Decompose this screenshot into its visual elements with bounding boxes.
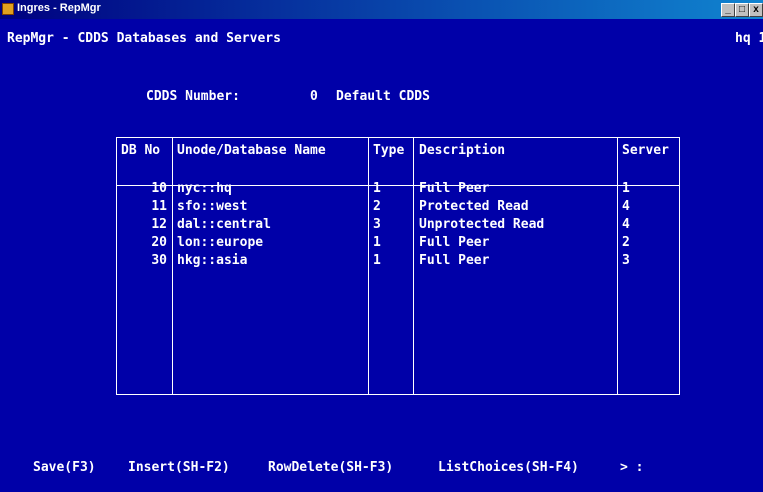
row-delete-command[interactable]: RowDelete(SH-F3): [268, 460, 393, 476]
minimize-button[interactable]: _: [721, 3, 735, 17]
cell-type[interactable]: 3: [373, 217, 381, 233]
column-header-description: Description: [419, 143, 506, 158]
column-header-type: Type: [373, 143, 405, 158]
cell-db-no[interactable]: 12: [121, 217, 167, 233]
cell-db-no[interactable]: 30: [121, 253, 167, 269]
window-controls: _ □ x: [721, 3, 763, 17]
app-icon[interactable]: [2, 3, 14, 15]
cdds-database-table: DB No Unode/Database Name Type Descripti…: [116, 137, 680, 395]
cell-server[interactable]: 4: [622, 217, 630, 233]
cell-db-no[interactable]: 10: [121, 181, 167, 197]
cell-description: Unprotected Read: [419, 217, 545, 232]
cdds-number-label: CDDS Number:: [146, 89, 240, 104]
cell-db-no[interactable]: 20: [121, 235, 167, 251]
cell-type[interactable]: 1: [373, 235, 381, 251]
window-title: Ingres - RepMgr: [17, 2, 101, 14]
cell-database-name[interactable]: sfo::west: [177, 199, 247, 215]
insert-command[interactable]: Insert(SH-F2): [128, 460, 230, 476]
cell-database-name[interactable]: dal::central: [177, 217, 271, 233]
cdds-name-field: Default CDDS: [336, 89, 430, 104]
cell-server[interactable]: 4: [622, 199, 630, 215]
screen-title: RepMgr - CDDS Databases and Servers: [7, 31, 281, 46]
cell-server[interactable]: 2: [622, 235, 630, 251]
host-indicator: hq 1: [735, 31, 763, 46]
command-prompt[interactable]: > :: [620, 460, 643, 476]
cell-description: Full Peer: [419, 181, 490, 196]
cell-database-name[interactable]: hkg::asia: [177, 253, 247, 269]
save-command[interactable]: Save(F3): [33, 460, 96, 476]
cell-database-name[interactable]: nyc::hq: [177, 181, 232, 197]
cell-type[interactable]: 1: [373, 181, 381, 197]
cell-server[interactable]: 1: [622, 181, 630, 197]
cell-type[interactable]: 2: [373, 199, 381, 215]
close-button[interactable]: x: [749, 3, 763, 17]
cdds-number-field[interactable]: 0: [310, 89, 318, 105]
cell-db-no[interactable]: 11: [121, 199, 167, 215]
cell-database-name[interactable]: lon::europe: [177, 235, 263, 251]
column-header-server: Server: [622, 143, 669, 158]
column-header-db-no: DB No: [121, 143, 161, 158]
cell-description: Full Peer: [419, 253, 490, 268]
cell-server[interactable]: 3: [622, 253, 630, 269]
column-header-database-name: Unode/Database Name: [177, 143, 326, 158]
cell-description: Full Peer: [419, 235, 490, 250]
list-choices-command[interactable]: ListChoices(SH-F4): [438, 460, 579, 476]
cell-type[interactable]: 1: [373, 253, 381, 269]
title-bar: Ingres - RepMgr _ □ x: [0, 0, 763, 19]
cell-description: Protected Read: [419, 199, 529, 214]
maximize-button[interactable]: □: [735, 3, 749, 17]
terminal-screen: RepMgr - CDDS Databases and Servers hq 1…: [0, 19, 763, 492]
